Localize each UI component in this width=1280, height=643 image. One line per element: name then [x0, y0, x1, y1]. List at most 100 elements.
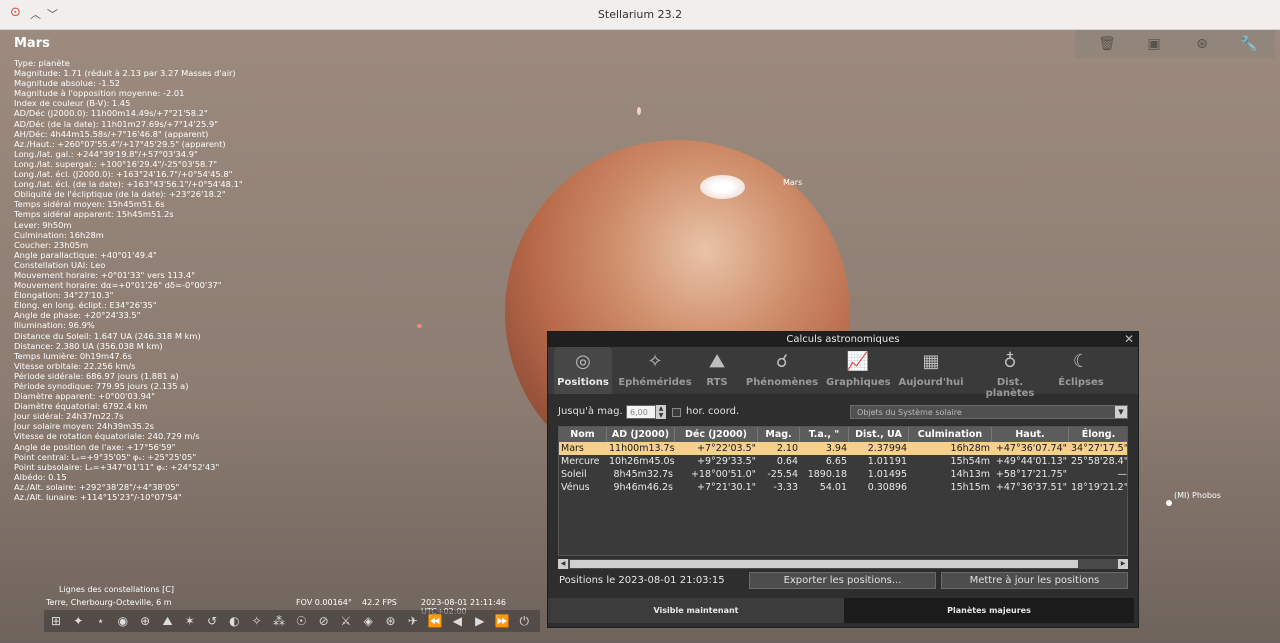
table-cell: 1.01191 — [867, 456, 907, 467]
location: Terre, Cherbourg-Octeville, 6 m — [46, 598, 172, 607]
positions-timestamp: Positions le 2023-08-01 21:03:15 — [559, 575, 725, 586]
toolbar-button-icon[interactable]: ⊕ — [137, 613, 153, 629]
info-line: Type: planète — [14, 58, 70, 68]
tab-visible-now[interactable]: Visible maintenant — [548, 598, 844, 623]
trash-icon[interactable]: 🗑 — [1098, 35, 1116, 53]
phobos-dot[interactable] — [1166, 500, 1172, 506]
table-cell: 15h15m — [950, 482, 990, 493]
settings-icon[interactable]: ⊛ — [1193, 35, 1211, 53]
tab-0[interactable]: ◎ Positions — [554, 347, 612, 394]
info-line: AH/Déc: 4h44m15.58s/+7°16'46.8" (apparen… — [14, 128, 209, 139]
mag-spinner[interactable]: ▲ ▼ — [656, 405, 666, 419]
toolbar-button-icon[interactable]: ◈ — [360, 613, 376, 629]
table-cell: Mars — [561, 443, 584, 454]
info-line: Lever: 9h50m — [14, 219, 72, 230]
toolbar-button-icon[interactable]: ✈ — [405, 613, 421, 629]
object-info: Mars Type: planète Magnitude: 1.71 (rédui… — [14, 36, 554, 502]
toolbar-button-icon[interactable]: ✦ — [70, 613, 86, 629]
window-icon[interactable]: ▣ — [1145, 35, 1163, 53]
tab-2[interactable]: ⛰ RTS — [696, 347, 738, 394]
info-line: Temps sidéral moyen: 15h45m51.6s — [14, 199, 165, 210]
toolbar-button-icon[interactable]: ◉ — [115, 613, 131, 629]
wrench-icon[interactable]: 🔧 — [1240, 35, 1258, 53]
toolbar-button-icon[interactable]: ⏪ — [427, 613, 443, 629]
horizontal-scrollbar[interactable]: ◀ ▶ — [558, 559, 1128, 569]
column-header[interactable]: Élong. — [1069, 427, 1127, 442]
toolbar-button-icon[interactable]: ⏻ — [516, 613, 532, 629]
footer-tabs: Visible maintenant Planètes majeures — [548, 596, 1138, 623]
scroll-thumb[interactable] — [570, 560, 1078, 568]
toolbar-button-icon[interactable]: ⛰ — [160, 613, 176, 629]
tab-1[interactable]: ✧ Ephémérides — [618, 347, 692, 394]
tab-label: RTS — [706, 377, 728, 388]
table-cell: 16h28m — [950, 443, 990, 454]
fps: 42.2 FPS — [362, 598, 397, 607]
info-line: AD/Déc (de la date): 11h01m27.69s/+7°14'… — [14, 118, 219, 129]
column-header[interactable]: Haut. — [992, 427, 1069, 442]
column-header[interactable]: Déc (J2000) — [675, 427, 758, 442]
info-line: Point subsolaire: Lₛ=+347°01'11" φₛ: +24… — [14, 461, 220, 472]
toolbar-button-icon[interactable]: ◀ — [449, 613, 465, 629]
toolbar-button-icon[interactable]: ✶ — [182, 613, 198, 629]
toolbar-button-icon[interactable]: ◐ — [226, 613, 242, 629]
column-header[interactable]: Dist., UA — [849, 427, 909, 442]
tab-7[interactable]: ☾ Éclipses — [1053, 347, 1109, 394]
mars-label: Mars — [783, 178, 803, 187]
info-line: Culmination: 16h28m — [14, 229, 104, 240]
mag-input[interactable]: 6,00 — [626, 405, 656, 419]
table-cell: 11h00m13.7s — [609, 443, 675, 454]
table-row[interactable]: Mars 11h00m13.7s +7°22'03.5" 2.10 3.94 2.3799… — [559, 442, 1127, 455]
table-cell: 0.64 — [776, 456, 798, 467]
export-button[interactable]: Exporter les positions... — [749, 572, 936, 589]
scroll-left-icon[interactable]: ◀ — [558, 559, 568, 569]
tab-6[interactable]: ♁ Dist. planètes — [971, 347, 1049, 399]
table-row[interactable]: Mercure 10h26m45.0s +9°29'33.5" 0.64 6.65 1.0… — [559, 455, 1127, 468]
toolbar-button-icon[interactable]: ⊛ — [383, 613, 399, 629]
object-select[interactable]: Objets du Système solaire ▼ — [850, 405, 1128, 419]
column-header[interactable]: Nom — [559, 427, 607, 442]
toolbar-button-icon[interactable]: ↺ — [204, 613, 220, 629]
hor-coord-checkbox[interactable] — [672, 408, 681, 417]
toolbar-button-icon[interactable]: ⁂ — [271, 613, 287, 629]
column-header[interactable]: AD (J2000) — [607, 427, 675, 442]
info-line: Distance du Soleil: 1.647 UA (246.318 M … — [14, 330, 201, 341]
scroll-right-icon[interactable]: ▶ — [1118, 559, 1128, 569]
toolbar-button-icon[interactable]: ⏩ — [494, 613, 510, 629]
info-line: Az./Alt. lunaire: +114°15'23"/-10°07'54" — [14, 492, 182, 503]
chevron-down-icon[interactable]: ▼ — [1115, 406, 1127, 418]
tab-4[interactable]: 📈 Graphiques — [826, 347, 891, 394]
toolbar-button-icon[interactable]: ⊘ — [316, 613, 332, 629]
tab-3[interactable]: ☌ Phénomènes — [745, 347, 819, 394]
toolbar-button-icon[interactable]: ⋆ — [93, 613, 109, 629]
toolbar-button-icon[interactable]: ✧ — [249, 613, 265, 629]
table-cell: +18°00'51.0" — [690, 469, 756, 480]
update-button[interactable]: Mettre à jour les positions — [941, 572, 1128, 589]
info-line: Diamètre équatorial: 6792.4 km — [14, 401, 148, 412]
column-header[interactable]: Mag. — [758, 427, 800, 442]
table-cell: 10h26m45.0s — [609, 456, 675, 467]
toolbar-button-icon[interactable]: ⚔ — [338, 613, 354, 629]
column-header[interactable]: Culmination — [909, 427, 992, 442]
object-select-value: Objets du Système solaire — [857, 408, 962, 417]
tab-icon: ☾ — [1072, 351, 1090, 372]
toolbar-button-icon[interactable]: ⊞ — [48, 613, 64, 629]
tab-major-planets[interactable]: Planètes majeures — [844, 598, 1134, 623]
info-line: Jour solaire moyen: 24h39m35.2s — [14, 421, 155, 432]
table-row[interactable]: Soleil 8h45m32.7s +18°00'51.0" -25.54 1890.1… — [559, 468, 1127, 481]
info-line: Temps lumière: 0h19m47.6s — [14, 350, 132, 361]
table-cell: +7°22'03.5" — [697, 443, 756, 454]
info-line: Coucher: 23h05m — [14, 239, 89, 250]
column-header[interactable]: T.a., " — [800, 427, 849, 442]
table-row[interactable]: Vénus 9h46m46.2s +7°21'30.1" -3.33 54.01 0.30… — [559, 481, 1127, 494]
tab-icon: ◎ — [575, 351, 591, 372]
table-cell: -25.54 — [767, 469, 798, 480]
tab-5[interactable]: ▦ Aujourd'hui — [898, 347, 964, 394]
info-line: Illumination: 96.9% — [14, 320, 95, 331]
toolbar-button-icon[interactable]: ▶ — [472, 613, 488, 629]
toolbar-button-icon[interactable]: ☉ — [293, 613, 309, 629]
star-dot[interactable] — [637, 107, 641, 115]
mag-label: Jusqu'à mag. : — [558, 406, 630, 417]
close-icon[interactable]: ✕ — [1124, 332, 1134, 347]
info-line: Vitesse de rotation équatoriale: 240.729… — [14, 431, 200, 442]
dialog-header: Calculs astronomiques ✕ — [548, 332, 1138, 347]
